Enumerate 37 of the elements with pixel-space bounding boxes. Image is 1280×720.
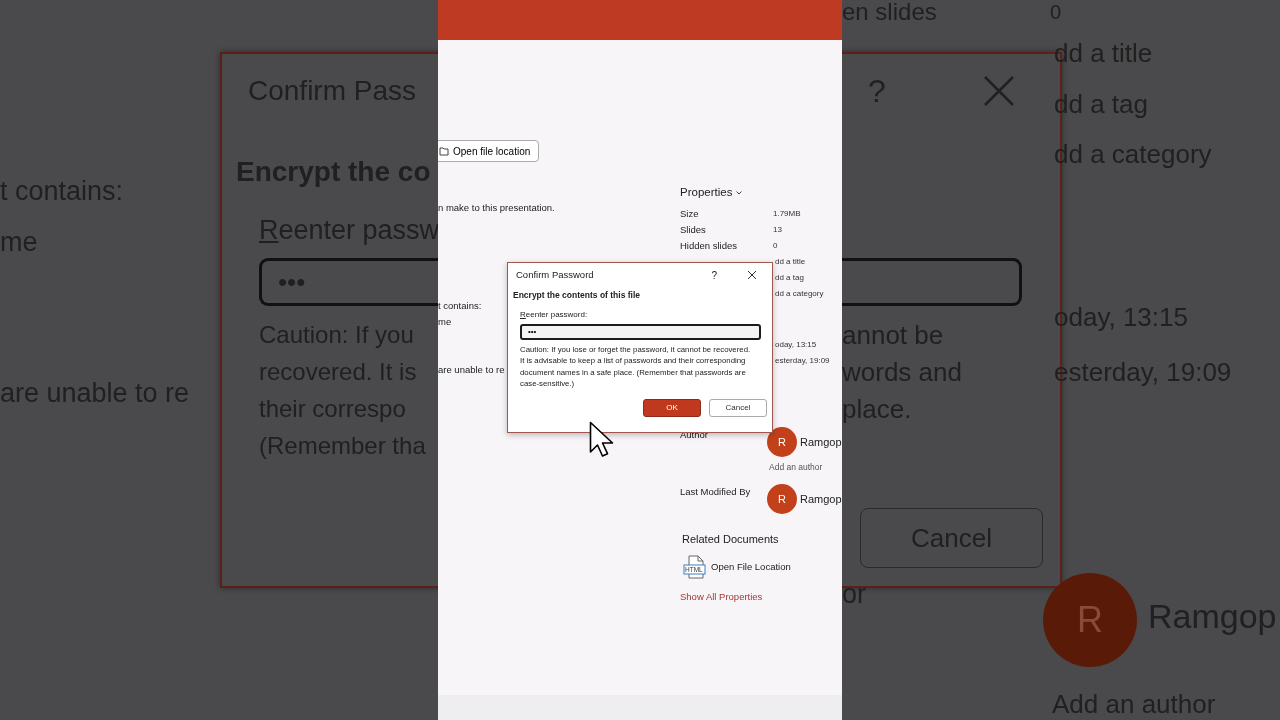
dialog-heading: Encrypt the contents of this file: [513, 289, 642, 302]
open-location-button[interactable]: Open file location: [438, 140, 540, 162]
person-name[interactable]: Ramgop: [800, 433, 842, 451]
property-label: Hidden slides: [680, 238, 739, 253]
field-label: Reenter password:: [520, 308, 589, 321]
property-value[interactable]: dd a title: [770, 256, 842, 268]
property-label: Last Modified By: [680, 484, 752, 499]
ok-button[interactable]: OK: [643, 398, 701, 417]
property-label: Size: [680, 206, 700, 221]
property-value: 13: [772, 224, 783, 236]
dialog-title: Confirm Password: [516, 267, 595, 282]
person-name[interactable]: Ramgop: [800, 490, 842, 507]
body-text: me: [438, 315, 452, 329]
section-heading: Properties: [680, 185, 733, 201]
body-text: are unable to re: [438, 363, 505, 377]
password-field[interactable]: [842, 258, 1022, 306]
avatar: R: [767, 483, 797, 514]
body-text: t contains:: [438, 299, 482, 313]
add-author-link[interactable]: Add an author: [769, 461, 842, 474]
related-document-link[interactable]: Open File Location: [711, 560, 791, 575]
body-text: n make to this presentation.: [438, 201, 555, 215]
property-value: esterday, 19:09: [774, 355, 831, 367]
property-value: 1.79MB: [772, 208, 802, 220]
property-value: 0: [772, 240, 779, 252]
close-icon[interactable]: [747, 270, 757, 280]
section-heading: Related Documents: [682, 531, 780, 547]
help-button[interactable]: ?: [711, 267, 717, 283]
cancel-button[interactable]: Cancel: [709, 398, 767, 417]
property-value[interactable]: dd a category: [770, 288, 842, 300]
password-field[interactable]: •••: [520, 323, 761, 340]
avatar: R: [767, 427, 797, 457]
property-label: Slides: [680, 222, 707, 237]
property-value: oday, 13:15: [774, 339, 818, 351]
document-icon: [683, 555, 707, 580]
property-value[interactable]: dd a tag: [770, 272, 842, 284]
show-all-link[interactable]: Show All Properties: [680, 590, 842, 605]
chevron-down-icon[interactable]: [736, 191, 743, 195]
